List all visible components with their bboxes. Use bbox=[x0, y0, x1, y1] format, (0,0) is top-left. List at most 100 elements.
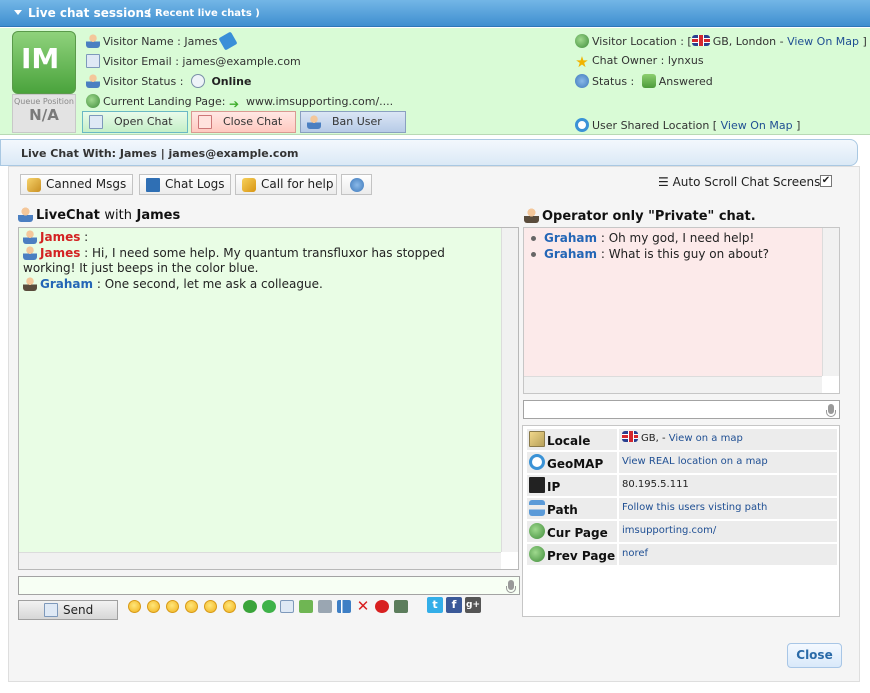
private-chat-transcript[interactable]: Graham : Oh my god, I need help! Graham :… bbox=[523, 227, 840, 394]
horizontal-scrollbar[interactable] bbox=[524, 376, 839, 393]
visitor-email-row: Visitor Email : james@example.com bbox=[86, 54, 301, 68]
auto-scroll-label: ☰ Auto Scroll Chat Screens bbox=[658, 175, 821, 189]
globe-icon bbox=[529, 546, 545, 562]
call-for-help-button[interactable]: Call for help bbox=[235, 174, 337, 195]
visitor-location-row: Visitor Location : [GB, London - View On… bbox=[575, 34, 867, 48]
bullet-icon bbox=[531, 236, 536, 241]
visitor-details-table: Locale GB, - View on a map GeoMAP View REAL… bbox=[522, 425, 840, 617]
detail-row: Path Follow this users visting path bbox=[527, 498, 837, 519]
help-button[interactable] bbox=[341, 174, 372, 195]
horizontal-scrollbar[interactable] bbox=[19, 552, 518, 569]
tag-icon[interactable] bbox=[218, 31, 238, 51]
message-text: : bbox=[80, 230, 89, 244]
operator-icon bbox=[524, 208, 539, 223]
send-button[interactable]: Send bbox=[18, 600, 118, 620]
mail-icon bbox=[86, 54, 100, 68]
detail-value: 80.195.5.111 bbox=[619, 475, 837, 496]
visitor-email: james@example.com bbox=[182, 55, 301, 68]
open-chat-button[interactable]: Open Chat bbox=[82, 111, 188, 133]
ban-user-button[interactable]: Ban User bbox=[300, 111, 406, 133]
chat-owner: lynxus bbox=[667, 54, 704, 67]
visitor-icon bbox=[23, 230, 37, 244]
uk-flag-icon bbox=[691, 35, 710, 46]
chat-status-row: Status : Answered bbox=[575, 74, 713, 88]
microphone-icon[interactable] bbox=[826, 404, 836, 417]
detail-value[interactable]: noref bbox=[619, 544, 837, 565]
message-text: : What is this guy on about? bbox=[597, 247, 770, 261]
canned-msgs-button[interactable]: Canned Msgs bbox=[20, 174, 133, 195]
auto-scroll-checkbox[interactable]: ✔ bbox=[820, 175, 832, 187]
help-icon bbox=[575, 74, 589, 88]
chat-message-input[interactable] bbox=[18, 576, 520, 595]
shared-view-on-map-link[interactable]: View On Map bbox=[721, 119, 793, 132]
view-on-a-map-link[interactable]: View on a map bbox=[669, 433, 743, 444]
landing-page-url[interactable]: www.imsupporting.com/.... bbox=[246, 95, 393, 108]
keyboard-icon[interactable] bbox=[318, 600, 332, 613]
bell-icon bbox=[242, 178, 256, 192]
collapse-triangle-icon[interactable] bbox=[14, 10, 22, 15]
close-button[interactable]: Close bbox=[787, 643, 842, 668]
transfer-icon[interactable] bbox=[394, 600, 408, 613]
detail-value[interactable]: imsupporting.com/ bbox=[619, 521, 837, 542]
visitor-name: James bbox=[184, 35, 218, 48]
message-sender: Graham bbox=[40, 277, 94, 291]
detail-row: GeoMAP View REAL location on a map bbox=[527, 452, 837, 473]
window-subtitle[interactable]: ( Recent live chats ) bbox=[147, 8, 260, 19]
logo-icon: IM bbox=[12, 31, 76, 94]
bullet-icon bbox=[531, 252, 536, 257]
detail-value[interactable]: Follow this users visting path bbox=[619, 498, 837, 519]
detail-label: GeoMAP bbox=[527, 452, 617, 473]
google-plus-icon[interactable]: g+ bbox=[465, 597, 481, 613]
send-icon bbox=[44, 603, 58, 617]
sad-emoticon-icon[interactable] bbox=[147, 600, 160, 613]
vertical-scrollbar[interactable] bbox=[822, 228, 839, 393]
vertical-scrollbar[interactable] bbox=[501, 228, 518, 569]
globe-icon bbox=[529, 523, 545, 539]
twitter-icon[interactable]: t bbox=[427, 597, 443, 613]
visitor-icon bbox=[18, 207, 33, 222]
private-chat-heading: Operator only "Private" chat. bbox=[524, 208, 756, 224]
ban-user-icon bbox=[307, 115, 321, 129]
add-icon[interactable] bbox=[262, 600, 276, 613]
visitor-icon bbox=[86, 34, 100, 48]
detail-label: IP Address bbox=[527, 475, 617, 518]
sitemap-icon bbox=[529, 500, 545, 516]
visitor-name-row: Visitor Name : James bbox=[86, 31, 238, 51]
detail-value[interactable]: GB, - View on a map bbox=[619, 429, 837, 450]
money-icon[interactable] bbox=[299, 600, 313, 613]
thumbs-up-icon bbox=[641, 74, 656, 88]
chat-with-bar: Live Chat With: James | james@example.co… bbox=[0, 139, 858, 166]
smile-emoticon-icon[interactable] bbox=[128, 600, 141, 613]
view-on-map-link[interactable]: View On Map bbox=[787, 35, 859, 48]
chat-transcript[interactable]: James : James : Hi, I need some help. My … bbox=[18, 227, 519, 570]
help-icon bbox=[350, 178, 364, 192]
book-icon bbox=[146, 178, 160, 192]
private-message-input[interactable] bbox=[523, 400, 840, 419]
title-bar[interactable]: Live chat sessions ( Recent live chats ) bbox=[0, 0, 870, 27]
cross-icon[interactable]: ✕ bbox=[356, 599, 370, 614]
grin-emoticon-icon[interactable] bbox=[185, 600, 198, 613]
shared-location-row: User Shared Location [ View On Map ] bbox=[575, 118, 800, 132]
detail-label: Locale bbox=[527, 429, 617, 450]
microphone-icon[interactable] bbox=[506, 580, 516, 593]
laugh-emoticon-icon[interactable] bbox=[223, 600, 236, 613]
target-icon bbox=[529, 454, 545, 470]
neutral-emoticon-icon[interactable] bbox=[166, 600, 179, 613]
visitor-info-panel: IM Queue Position N/A Visitor Name : Jam… bbox=[0, 28, 870, 135]
detail-value[interactable]: View REAL location on a map bbox=[619, 452, 837, 473]
private-message: Graham : Oh my god, I need help! bbox=[524, 230, 821, 246]
globe-icon bbox=[86, 94, 100, 108]
wink-emoticon-icon[interactable] bbox=[204, 600, 217, 613]
facebook-icon[interactable]: f bbox=[446, 597, 462, 613]
chart-icon[interactable] bbox=[337, 600, 351, 613]
message-sender: James bbox=[40, 230, 81, 244]
queue-position-value: N/A bbox=[29, 106, 59, 124]
play-circle-icon bbox=[190, 74, 205, 88]
visitor-status-row: Visitor Status : Online bbox=[86, 74, 251, 88]
chat-logs-button[interactable]: Chat Logs bbox=[139, 174, 231, 195]
close-chat-button[interactable]: Close Chat bbox=[191, 111, 296, 133]
queue-position-label: Queue Position bbox=[14, 97, 74, 106]
check-icon[interactable] bbox=[243, 600, 257, 613]
email-icon[interactable] bbox=[280, 600, 294, 613]
alert-icon[interactable] bbox=[375, 600, 389, 613]
